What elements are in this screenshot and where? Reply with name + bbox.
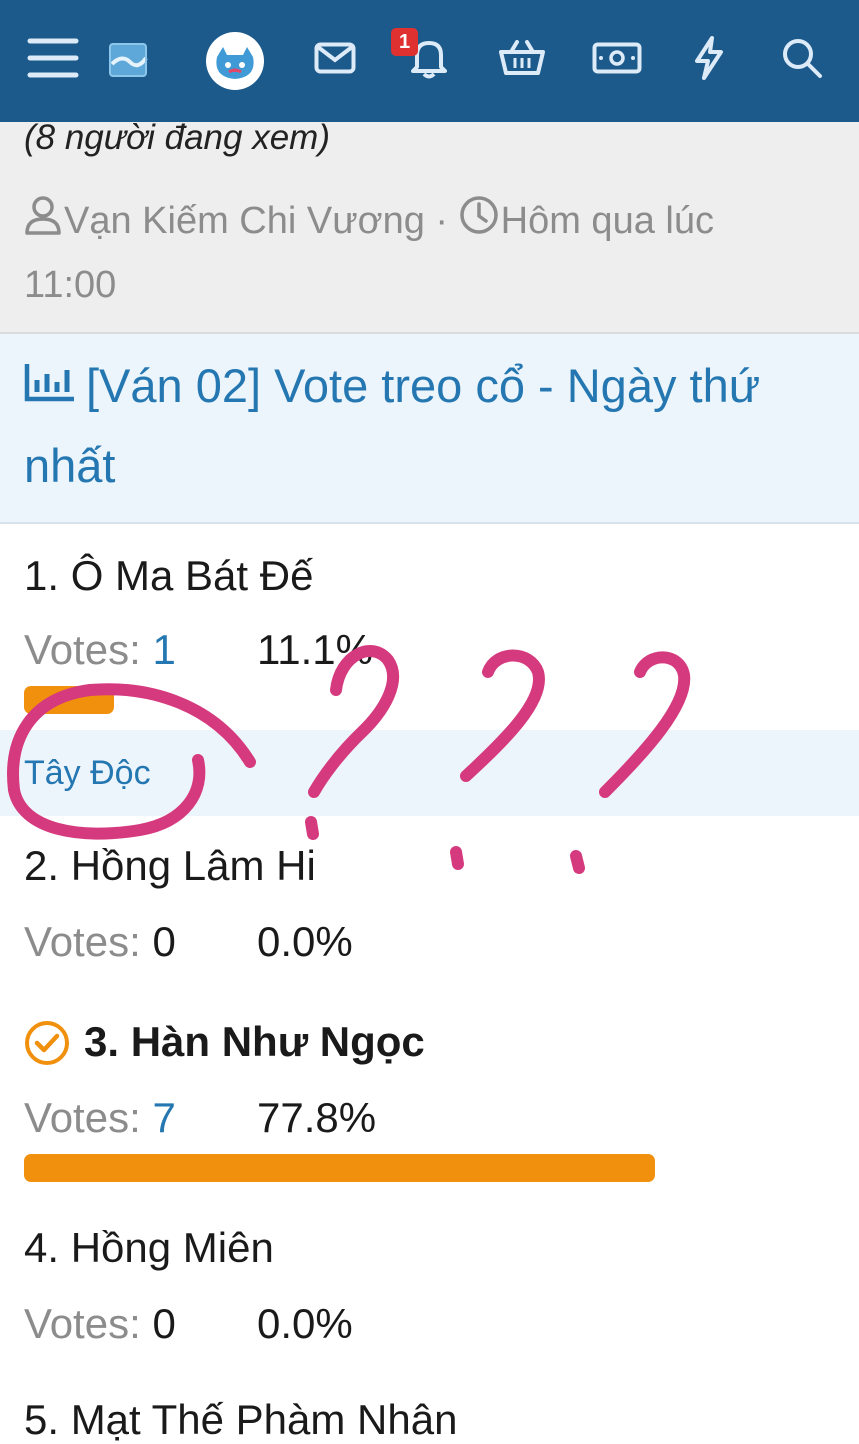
- votes-label: Votes:: [24, 626, 141, 673]
- poll-option-label: 1. Ô Ma Bát Đế: [24, 552, 314, 599]
- top-navigation-bar: 1: [0, 0, 859, 122]
- poll-option-label: 2. Hồng Lâm Hi: [24, 842, 316, 889]
- mail-icon[interactable]: [307, 30, 363, 86]
- poll-option-percent: 77.8%: [257, 1094, 377, 1141]
- question-mark-1-dot: [305, 816, 319, 840]
- votes-label: Votes:: [24, 1300, 141, 1347]
- poll-option-votes: Votes: 0: [24, 918, 176, 966]
- poll-option-label: 3. Hàn Như Ngọc: [84, 1018, 425, 1065]
- notification-badge: 1: [391, 28, 418, 56]
- poll-option-votes: Votes: 1: [24, 626, 176, 674]
- question-mark-2-dot: [450, 846, 464, 870]
- poll-option-percent: 11.1%: [257, 626, 373, 673]
- forum-logo[interactable]: [108, 42, 148, 78]
- poll-option-percent: 0.0%: [257, 918, 353, 965]
- poll-option-votes: Votes: 0: [24, 1300, 176, 1348]
- viewer-count: (8 người đang xem): [24, 118, 330, 157]
- menu-icon[interactable]: [25, 30, 81, 86]
- votes-label: Votes:: [24, 918, 141, 965]
- voter-name-link[interactable]: Tây Độc: [24, 754, 151, 793]
- votes-label: Votes:: [24, 1094, 141, 1141]
- thread-time[interactable]: Hôm qua lúc: [501, 200, 714, 242]
- lightning-icon[interactable]: [681, 30, 737, 86]
- poll-option-label: 5. Mạt Thế Phàm Nhân: [24, 1396, 458, 1443]
- user-avatar[interactable]: [206, 32, 264, 90]
- votes-count-link[interactable]: 1: [152, 626, 175, 673]
- poll-option-bar: [24, 1154, 655, 1182]
- bar-chart-icon: [24, 346, 76, 426]
- poll-option-bar: [24, 686, 114, 714]
- thread-author[interactable]: Vạn Kiếm Chi Vương: [64, 200, 425, 242]
- poll-title-text: [Ván 02] Vote treo cổ - Ngày thứ nhất: [24, 359, 761, 492]
- poll-option-label: 4. Hồng Miên: [24, 1224, 274, 1271]
- voted-check-icon: [24, 1020, 70, 1071]
- thread-time-hour[interactable]: 11:00: [24, 264, 116, 306]
- thread-meta: Vạn Kiếm Chi Vương · Hôm qua lúc 11:00: [24, 190, 834, 316]
- meta-separator: ·: [435, 200, 449, 242]
- user-icon: [24, 192, 62, 254]
- search-icon[interactable]: [774, 30, 830, 86]
- basket-icon[interactable]: [494, 30, 550, 86]
- clock-icon: [459, 192, 499, 254]
- votes-count-link[interactable]: 7: [152, 1094, 175, 1141]
- poll-title: [Ván 02] Vote treo cổ - Ngày thứ nhất: [24, 346, 824, 506]
- votes-count: 0: [152, 1300, 176, 1347]
- votes-count: 0: [152, 918, 176, 965]
- poll-option-votes: Votes: 7: [24, 1094, 176, 1142]
- money-icon[interactable]: [589, 30, 645, 86]
- question-mark-3-dot: [570, 850, 585, 874]
- poll-option-percent: 0.0%: [257, 1300, 353, 1347]
